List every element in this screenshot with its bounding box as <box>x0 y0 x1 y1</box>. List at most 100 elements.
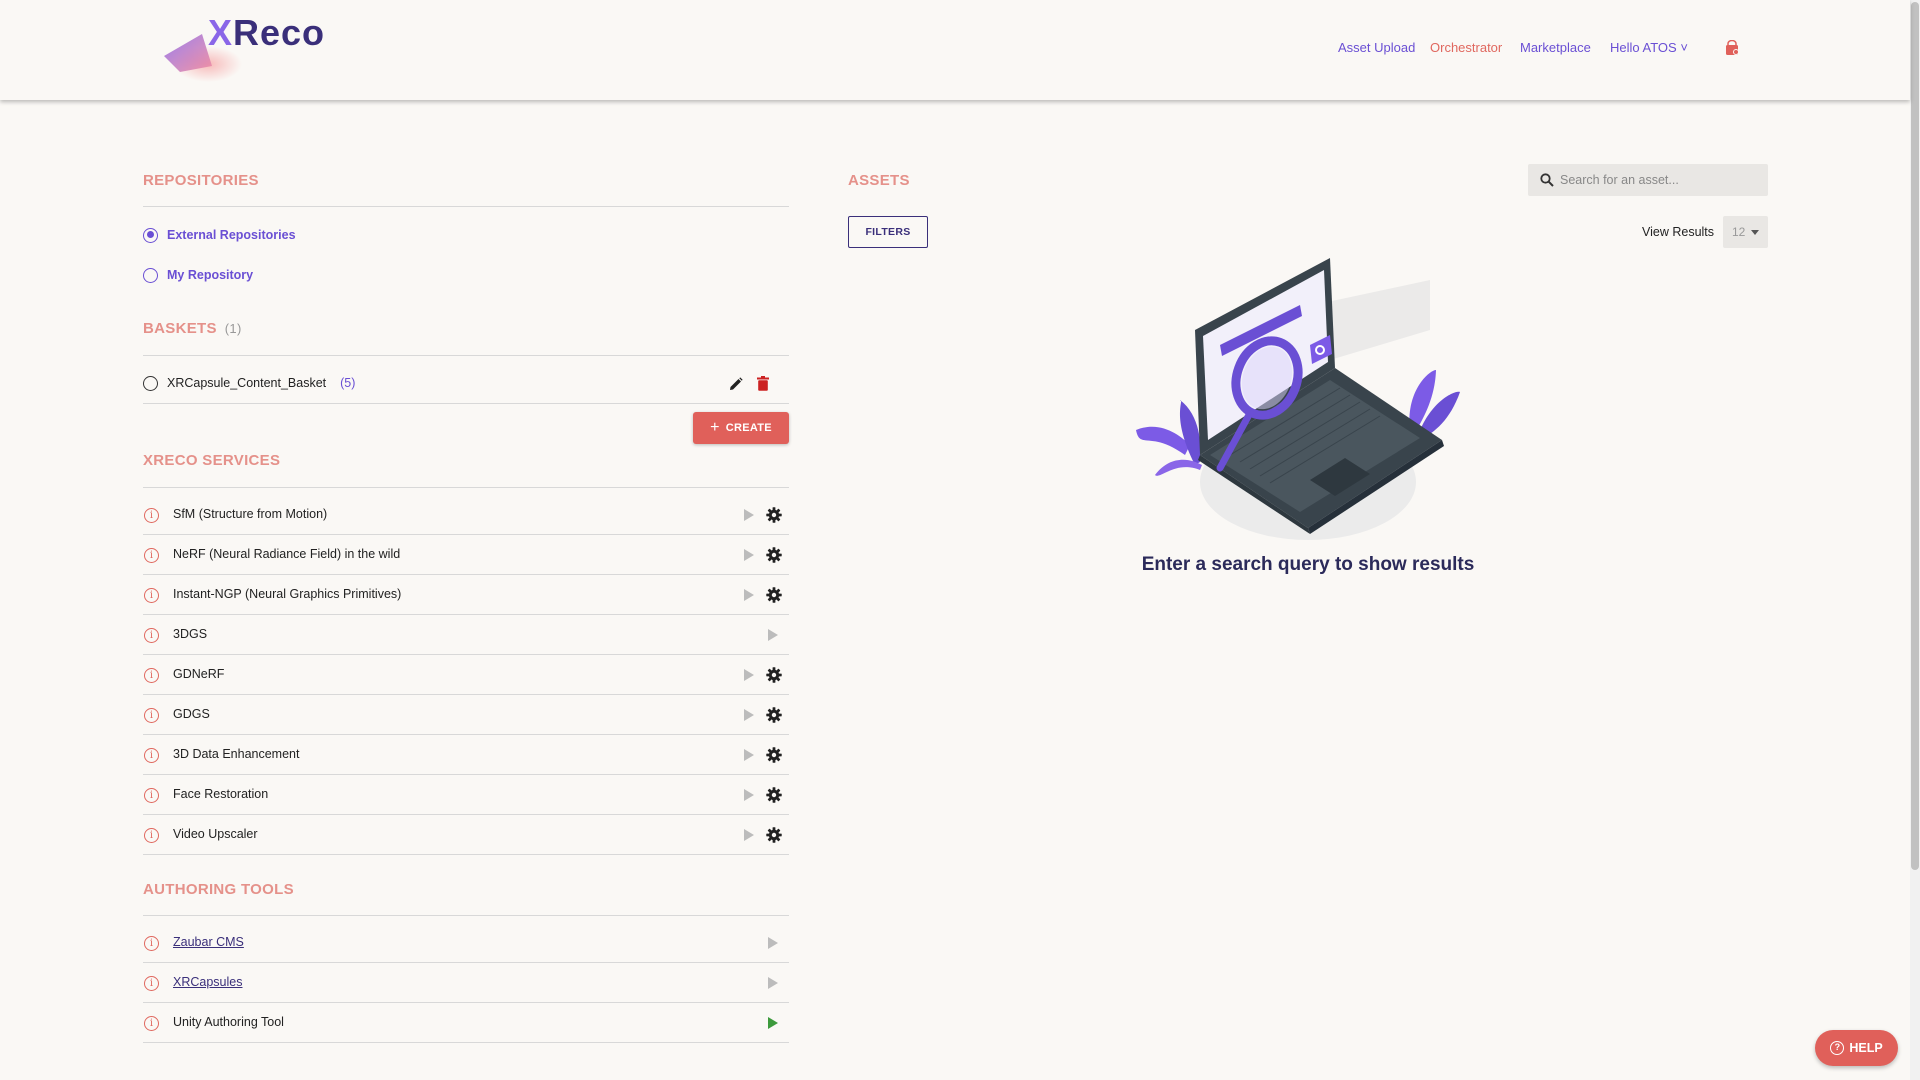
top-header: XReco Asset Upload Orchestrator Marketpl… <box>0 0 1910 100</box>
settings-gear-icon[interactable] <box>766 547 782 563</box>
page-scrollbar[interactable] <box>1910 0 1920 1080</box>
settings-gear-icon[interactable] <box>766 507 782 523</box>
service-label: GDNeRF <box>173 667 225 681</box>
create-basket-button[interactable]: + CREATE <box>693 412 789 444</box>
authoring-tool-row: i Unity Authoring Tool <box>143 1003 789 1043</box>
empty-results-message: Enter a search query to show results <box>1141 554 1475 575</box>
authoring-tool-label[interactable]: Zaubar CMS <box>173 935 244 949</box>
nav-asset-upload[interactable]: Asset Upload <box>1338 40 1415 55</box>
asset-search[interactable] <box>1528 164 1768 196</box>
service-label: Instant-NGP (Neural Graphics Primitives) <box>173 587 402 601</box>
service-row: i GDGS <box>143 695 789 735</box>
help-button[interactable]: ? HELP <box>1815 1030 1898 1066</box>
service-row: i GDNeRF <box>143 655 789 695</box>
service-label: 3D Data Enhancement <box>173 747 300 761</box>
play-icon[interactable] <box>744 509 754 521</box>
info-icon[interactable]: i <box>144 976 159 991</box>
info-icon[interactable]: i <box>144 588 159 603</box>
baskets-title: BASKETS (1) <box>143 320 242 337</box>
divider <box>143 487 789 488</box>
play-icon[interactable] <box>744 589 754 601</box>
help-question-icon: ? <box>1830 1041 1845 1055</box>
settings-gear-icon[interactable] <box>766 667 782 683</box>
repositories-title: REPOSITORIES <box>143 172 259 189</box>
service-row: i SfM (Structure from Motion) <box>143 495 789 535</box>
create-label: CREATE <box>725 422 772 434</box>
divider <box>143 403 789 404</box>
info-icon[interactable]: i <box>144 748 159 763</box>
radio-unchecked[interactable] <box>143 375 158 391</box>
settings-gear-icon[interactable] <box>766 707 782 723</box>
radio-unchecked[interactable] <box>143 267 158 283</box>
settings-gear-icon[interactable] <box>766 827 782 843</box>
basket-label: XRCapsule_Content_Basket <box>167 376 327 390</box>
nav-marketplace[interactable]: Marketplace <box>1520 40 1591 55</box>
scrollbar-thumb[interactable] <box>1911 2 1919 870</box>
service-label: 3DGS <box>173 627 208 641</box>
info-icon[interactable]: i <box>144 1016 159 1031</box>
service-row: i 3DGS <box>143 615 789 655</box>
xreco-logo[interactable]: XReco <box>160 6 324 86</box>
info-icon[interactable]: i <box>144 936 159 951</box>
help-label: HELP <box>1849 1041 1883 1055</box>
info-icon[interactable]: i <box>144 828 159 843</box>
search-icon <box>1540 173 1554 187</box>
service-row: i Face Restoration <box>143 775 789 815</box>
play-icon[interactable] <box>744 709 754 721</box>
divider <box>143 206 789 207</box>
info-icon[interactable]: i <box>144 628 159 643</box>
baskets-count: (1) <box>224 321 242 336</box>
service-row: i NeRF (Neural Radiance Field) in the wil… <box>143 535 789 575</box>
divider <box>143 355 789 356</box>
play-icon[interactable] <box>768 937 778 949</box>
settings-gear-icon[interactable] <box>766 787 782 803</box>
info-icon[interactable]: i <box>144 668 159 683</box>
info-icon[interactable]: i <box>144 548 159 563</box>
settings-gear-icon[interactable] <box>766 747 782 763</box>
repo-option-external[interactable]: External Repositories <box>143 225 296 245</box>
empty-search-illustration <box>1136 258 1460 540</box>
view-results-label: View Results <box>1642 225 1715 239</box>
repo-option-label: My Repository <box>167 268 254 282</box>
play-icon[interactable] <box>744 749 754 761</box>
authoring-tool-label[interactable]: XRCapsules <box>173 975 242 989</box>
play-icon[interactable] <box>744 789 754 801</box>
info-icon[interactable]: i <box>144 788 159 803</box>
service-label: GDGS <box>173 707 210 721</box>
basket-icon[interactable] <box>1724 40 1740 56</box>
basket-count: (5) <box>340 376 356 390</box>
play-icon[interactable] <box>744 829 754 841</box>
service-label: Video Upscaler <box>173 827 258 841</box>
play-icon[interactable] <box>768 1017 778 1029</box>
caret-down-icon <box>1751 230 1759 235</box>
play-icon[interactable] <box>744 549 754 561</box>
authoring-tool-row: i Zaubar CMS <box>143 923 789 963</box>
play-icon[interactable] <box>768 977 778 989</box>
service-label: SfM (Structure from Motion) <box>173 507 328 521</box>
authoring-tool-row: i XRCapsules <box>143 963 789 1003</box>
basket-item[interactable]: XRCapsule_Content_Basket (5) <box>143 373 355 393</box>
play-icon[interactable] <box>744 669 754 681</box>
info-icon[interactable]: i <box>144 708 159 723</box>
authoring-tool-label: Unity Authoring Tool <box>173 1015 284 1029</box>
service-row: i Video Upscaler <box>143 815 789 855</box>
edit-pencil-icon[interactable] <box>729 377 743 391</box>
settings-gear-icon[interactable] <box>766 587 782 603</box>
play-icon[interactable] <box>768 629 778 641</box>
user-menu[interactable]: Hello ATOS ˅ <box>1610 40 1688 55</box>
repo-option-label: External Repositories <box>167 228 296 242</box>
assets-title: ASSETS <box>848 172 910 189</box>
services-title: XRECO SERVICES <box>143 452 281 469</box>
info-icon[interactable]: i <box>144 508 159 523</box>
repo-option-my[interactable]: My Repository <box>143 265 253 285</box>
filters-button[interactable]: FILTERS <box>848 216 928 248</box>
radio-checked[interactable] <box>143 227 158 243</box>
delete-trash-icon[interactable] <box>757 376 769 391</box>
nav-orchestrator[interactable]: Orchestrator <box>1430 40 1502 55</box>
results-per-page-select[interactable]: 12 <box>1723 216 1768 248</box>
results-per-page-value: 12 <box>1732 225 1746 239</box>
plus-icon: + <box>710 419 720 436</box>
search-input[interactable] <box>1560 170 1760 190</box>
divider <box>143 915 789 916</box>
service-row: i Instant-NGP (Neural Graphics Primitives… <box>143 575 789 615</box>
